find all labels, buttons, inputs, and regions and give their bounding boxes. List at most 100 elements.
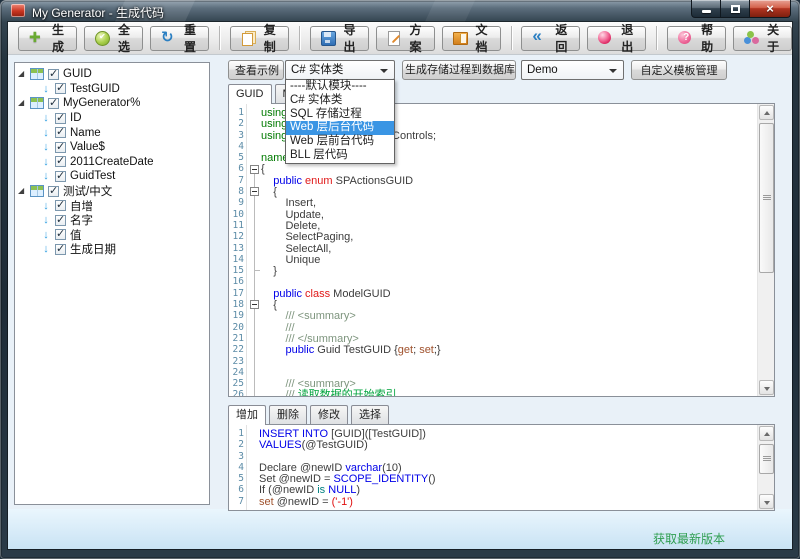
line-number: 5 — [229, 152, 246, 163]
help-icon — [677, 30, 693, 46]
sql-tab-删除[interactable]: 删除 — [269, 405, 307, 424]
code-line: /// <summary> — [261, 378, 756, 389]
sql-tab-修改[interactable]: 修改 — [310, 405, 348, 424]
editor-tab-GUID[interactable]: GUID — [228, 84, 272, 104]
line-number: 8 — [229, 186, 246, 197]
checkbox[interactable] — [55, 156, 66, 167]
checkbox[interactable] — [48, 69, 59, 80]
checkbox[interactable] — [55, 229, 66, 240]
tree-item-column[interactable]: Name — [15, 125, 209, 140]
sql-editor: 1234567 INSERT INTO [GUID]([TestGUID])VA… — [228, 424, 775, 511]
fold-collapse-icon[interactable] — [250, 300, 259, 309]
toolbar-button-generate[interactable]: 生 成 — [18, 26, 77, 51]
code-line: VALUES(@TestGUID) — [259, 439, 756, 450]
line-number: 6 — [229, 163, 246, 174]
sql-tab-增加[interactable]: 增加 — [228, 405, 266, 425]
copy-icon — [240, 30, 256, 46]
screen: My Generator - 生成代码 × 生 成全 选重 置复 制导 出方 案… — [0, 0, 800, 559]
tree-item-label: GUID — [63, 68, 92, 80]
tree-item-column[interactable]: ID — [15, 111, 209, 126]
view-sample-button[interactable]: 查看示例 — [228, 60, 284, 80]
close-button[interactable]: × — [749, 0, 791, 18]
tree-item-label: 测试/中文 — [63, 183, 112, 199]
template-combobox[interactable]: C# 实体类 — [285, 60, 395, 80]
dropdown-item[interactable]: BLL 层代码 — [286, 149, 394, 163]
table-tree-panel[interactable]: GUID TestGUIDMyGenerator%IDNameValue$2011… — [14, 62, 210, 505]
tree-item-label: TestGUID — [70, 83, 120, 95]
sql-tab-选择[interactable]: 选择 — [351, 405, 389, 424]
checkbox[interactable] — [48, 98, 59, 109]
tree-item-column[interactable]: GuidTest — [15, 169, 209, 184]
toolbar-button-about[interactable]: 关 于 — [733, 26, 792, 51]
update-link[interactable]: 获取最新版本 — [653, 530, 725, 547]
table-icon — [30, 97, 44, 109]
sql-text-area[interactable]: INSERT INTO [GUID]([TestGUID])VALUES(@Te… — [259, 425, 756, 510]
checkbox[interactable] — [55, 215, 66, 226]
maximize-button[interactable] — [721, 0, 749, 18]
checkbox[interactable] — [48, 186, 59, 197]
line-number: 7 — [229, 175, 246, 186]
fold-collapse-icon[interactable] — [250, 165, 259, 174]
tree-item-column[interactable]: 生成日期 — [15, 242, 209, 257]
dropdown-item[interactable]: SQL 存储过程 — [286, 108, 394, 122]
generate-sp-button[interactable]: 生成存储过程到数据库 — [402, 60, 516, 80]
tree-item-label: GuidTest — [70, 170, 115, 182]
toolbar-button-help[interactable]: 帮 助 — [667, 26, 726, 51]
tree-item-column[interactable]: 2011CreateDate — [15, 155, 209, 170]
dropdown-item[interactable]: ----默认模块---- — [286, 80, 394, 94]
scroll-down-arrow[interactable] — [759, 494, 774, 509]
tree-item-column[interactable]: 自增 — [15, 198, 209, 213]
editor-vertical-scrollbar[interactable] — [757, 104, 774, 396]
toolbar-button-scheme[interactable]: 方 案 — [376, 26, 435, 51]
code-line: set @newID = ('-1') — [259, 496, 756, 507]
expander-icon[interactable] — [18, 98, 30, 108]
checkbox[interactable] — [55, 127, 66, 138]
tree-item-column[interactable]: 值 — [15, 228, 209, 243]
tree-item-column[interactable]: Value$ — [15, 140, 209, 155]
scroll-thumb[interactable] — [759, 123, 774, 273]
checkbox[interactable] — [55, 200, 66, 211]
expander-icon[interactable] — [18, 186, 30, 196]
tree-item-column[interactable]: 名字 — [15, 213, 209, 228]
tree-item-table[interactable]: 测试/中文 — [15, 184, 209, 199]
fold-collapse-icon[interactable] — [250, 187, 259, 196]
line-number: 26 — [229, 389, 246, 397]
toolbar-separator — [299, 26, 300, 50]
checkbox[interactable] — [55, 113, 66, 124]
template-dropdown-list: ----默认模块----C# 实体类SQL 存储过程Web 层后台代码Web 层… — [285, 79, 395, 164]
toolbar-button-export[interactable]: 导 出 — [310, 26, 369, 51]
minimize-button[interactable] — [691, 0, 721, 18]
checkbox[interactable] — [55, 142, 66, 153]
dropdown-item[interactable]: Web 层后台代码 — [286, 121, 394, 135]
toolbar-button-select-all[interactable]: 全 选 — [84, 26, 143, 51]
checkbox[interactable] — [55, 171, 66, 182]
toolbar-button-document[interactable]: 文 档 — [442, 26, 501, 51]
dropdown-item[interactable]: C# 实体类 — [286, 94, 394, 108]
checkbox[interactable] — [55, 244, 66, 255]
scroll-up-arrow[interactable] — [759, 426, 774, 441]
line-number: 2 — [229, 118, 246, 129]
sql-vertical-scrollbar[interactable] — [757, 425, 774, 510]
scroll-up-arrow[interactable] — [759, 105, 774, 120]
code-line — [259, 451, 756, 462]
checkbox[interactable] — [55, 83, 66, 94]
line-number: 16 — [229, 276, 246, 287]
tree-item-table[interactable]: GUID — [15, 67, 209, 82]
toolbar-button-back[interactable]: 返 回 — [521, 26, 580, 51]
expander-icon[interactable] — [18, 69, 30, 79]
toolbar-button-exit[interactable]: 退 出 — [587, 26, 646, 51]
code-line: Unique — [261, 254, 756, 265]
fold-gutter[interactable] — [248, 104, 261, 396]
toolbar-button-copy[interactable]: 复 制 — [230, 26, 289, 51]
tree-item-column[interactable]: TestGUID — [15, 82, 209, 97]
scroll-thumb[interactable] — [759, 444, 774, 474]
line-number: 9 — [229, 197, 246, 208]
tree-item-table[interactable]: MyGenerator% — [15, 96, 209, 111]
demo-combobox[interactable]: Demo — [521, 60, 624, 80]
custom-template-button[interactable]: 自定义模板管理 — [631, 60, 727, 80]
titlebar[interactable]: My Generator - 生成代码 × — [0, 0, 800, 22]
column-arrow-icon — [39, 243, 53, 255]
dropdown-item[interactable]: Web 层前台代码 — [286, 135, 394, 149]
scroll-down-arrow[interactable] — [759, 380, 774, 395]
toolbar-button-reset[interactable]: 重 置 — [150, 26, 209, 51]
